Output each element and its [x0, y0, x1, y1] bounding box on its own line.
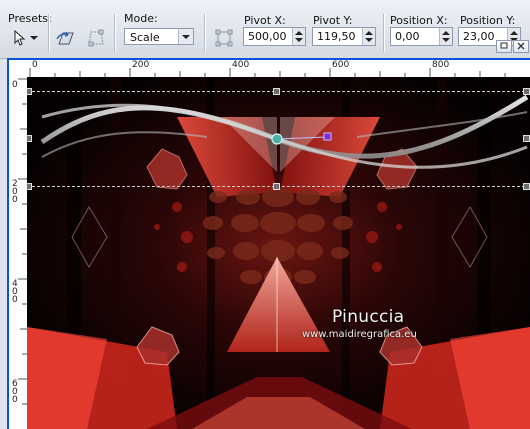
image-window: 0 200 400 600 800 0 2 0 0 4 0 0 6 0 0 Pi… [7, 58, 530, 429]
vertical-ruler-ticks [18, 78, 27, 405]
pivot-y-spinner[interactable] [362, 28, 375, 45]
horizontal-ruler-ticks [29, 68, 506, 77]
transform-handle[interactable] [523, 183, 530, 190]
rotation-handle-icon[interactable] [323, 132, 332, 141]
pivot-x-label: Pivot X: [244, 14, 286, 27]
perspective-button[interactable] [84, 26, 108, 50]
watermark-url: www.maidiregrafica.eu [302, 329, 417, 340]
ruler-label: 200 [132, 60, 150, 70]
mode-select-value: Scale [130, 31, 160, 44]
tool-options-toolbar: Presets: Mode: Scale Pivot X: 500,00 Piv… [0, 0, 530, 59]
pivot-x-input[interactable] [244, 28, 298, 43]
ruler-label: 600 [332, 60, 350, 70]
watermark-name: Pinuccia [332, 307, 405, 327]
pivot-rotation-control[interactable] [267, 129, 347, 149]
pivot-point-icon[interactable] [271, 133, 283, 145]
ruler-label: 6 0 0 [12, 379, 18, 405]
transform-handle[interactable] [27, 183, 32, 190]
image-canvas[interactable]: Pinuccia www.maidiregrafica.eu [27, 77, 530, 429]
transform-handle[interactable] [523, 135, 530, 142]
pivot-x-field[interactable] [243, 27, 306, 46]
ruler-label: 0 [32, 60, 38, 70]
toolbar-separator [383, 14, 384, 52]
toolbar-separator [114, 14, 115, 52]
chevron-down-icon[interactable] [178, 29, 193, 44]
ruler-label: 400 [232, 60, 250, 70]
transform-handle[interactable] [523, 88, 530, 95]
position-y-label: Position Y: [460, 14, 516, 27]
transform-box-icon [215, 29, 233, 47]
transform-handle[interactable] [273, 183, 280, 190]
pivot-y-field[interactable] [312, 27, 376, 46]
ruler-corner [9, 60, 27, 77]
toolbar-separator [204, 14, 205, 52]
ruler-label: 4 0 0 [12, 279, 18, 305]
ruler-label: 2 0 0 [12, 179, 18, 205]
restore-window-button[interactable] [496, 40, 512, 53]
transform-handle[interactable] [273, 88, 280, 95]
pivot-x-spinner[interactable] [292, 28, 305, 45]
reset-rectangle-icon [56, 31, 74, 45]
transform-box-button[interactable] [212, 26, 236, 50]
pivot-y-input[interactable] [313, 28, 367, 43]
position-x-spinner[interactable] [439, 28, 452, 45]
position-x-label: Position X: [390, 14, 448, 27]
position-x-field[interactable] [390, 27, 453, 46]
ruler-label: 0 [12, 80, 18, 90]
vertical-ruler[interactable]: 0 2 0 0 4 0 0 6 0 0 [9, 77, 28, 429]
chevron-down-icon [30, 36, 38, 40]
close-icon [517, 42, 525, 50]
toolbar-separator [48, 14, 49, 52]
mode-select[interactable]: Scale [124, 28, 194, 45]
transform-handle[interactable] [27, 88, 32, 95]
ruler-label: 800 [432, 60, 450, 70]
close-window-button[interactable] [513, 40, 529, 53]
pivot-y-label: Pivot Y: [313, 14, 353, 27]
mode-label: Mode: [124, 12, 158, 25]
horizontal-ruler[interactable]: 0 200 400 600 800 [27, 60, 530, 78]
position-x-input[interactable] [391, 28, 445, 43]
presets-dropdown[interactable] [12, 27, 42, 49]
pointer-arrow-icon [14, 30, 26, 46]
restore-icon [500, 42, 508, 49]
transform-handle[interactable] [27, 135, 32, 142]
perspective-icon [88, 29, 104, 47]
reset-rectangle-button[interactable] [54, 26, 78, 50]
presets-label: Presets: [8, 12, 52, 25]
